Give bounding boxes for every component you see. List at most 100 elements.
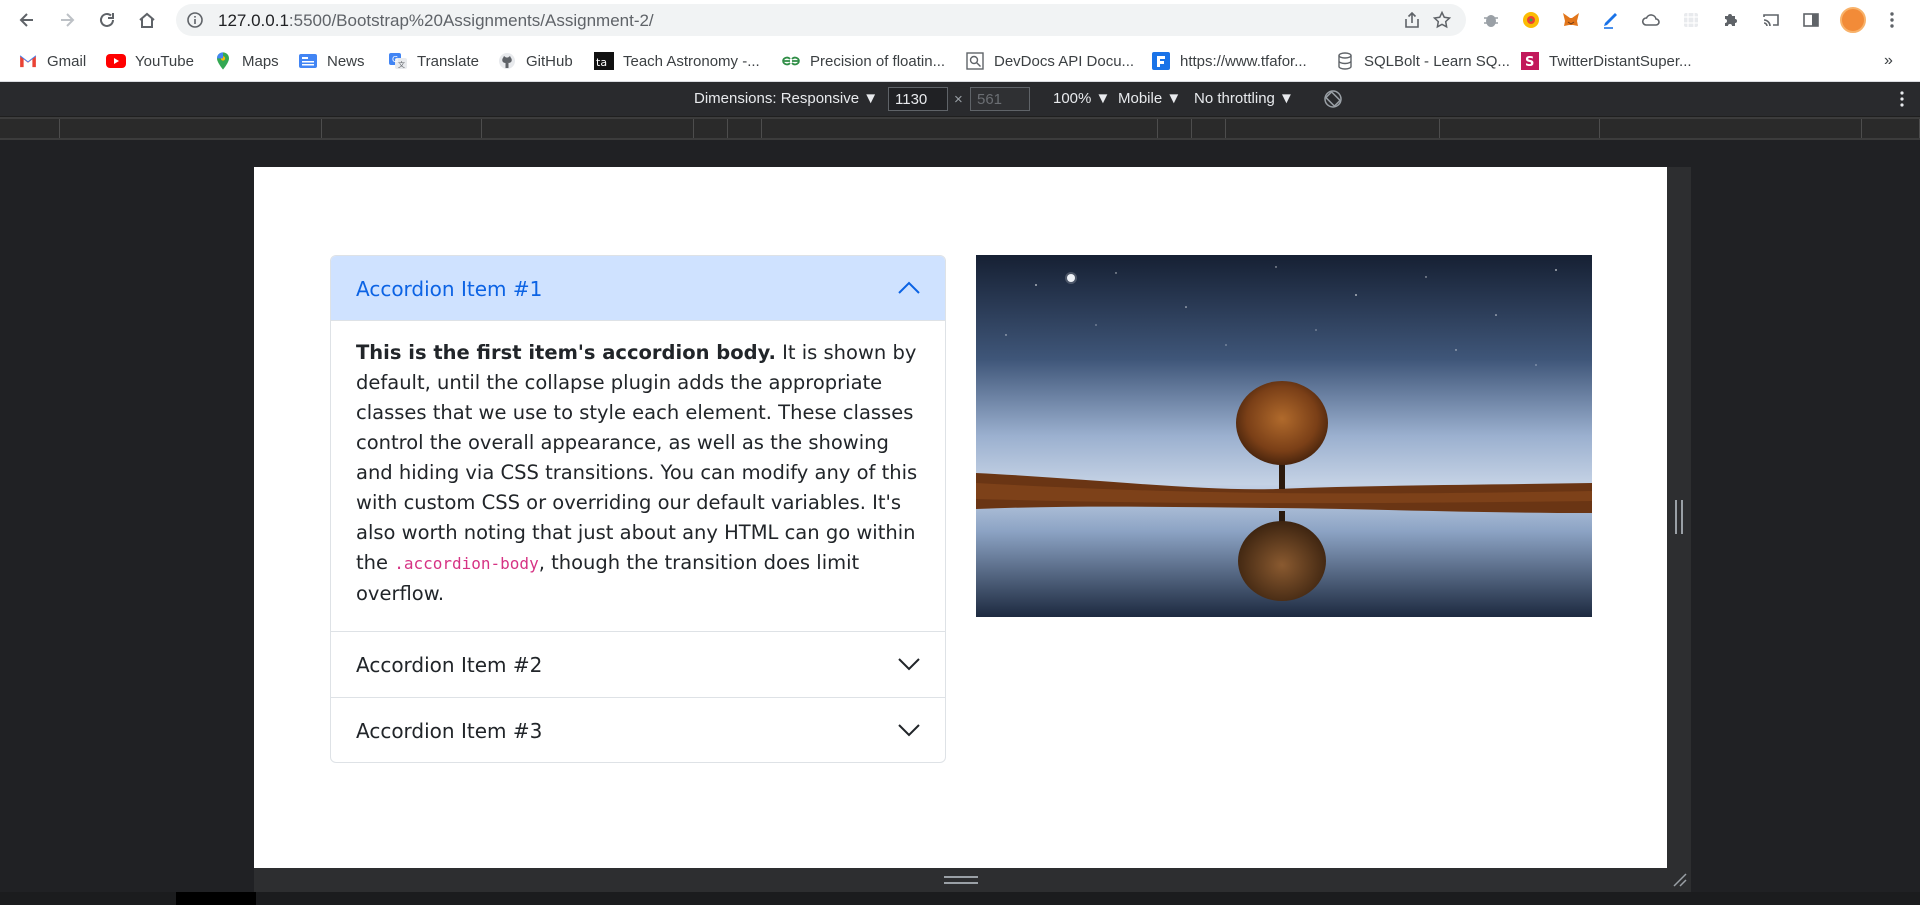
bookmark-precision-floating[interactable]: Precision of floatin... xyxy=(781,50,945,72)
svg-text:ta: ta xyxy=(596,56,607,69)
media-query-segment[interactable] xyxy=(1192,119,1226,138)
accordion-body: This is the first item's accordion body.… xyxy=(356,338,926,609)
device-width-input[interactable] xyxy=(888,87,948,111)
gmail-icon xyxy=(18,52,38,70)
viewport-resize-handle-bottom[interactable] xyxy=(944,876,978,884)
bookmarks-bar: Gmail YouTube Maps News G 文 Translate GitH… xyxy=(0,40,1920,82)
browser-toolbar: 127.0.0.1:5500/Bootstrap%20Assignments/A… xyxy=(0,0,1920,40)
chrome-menu-button[interactable] xyxy=(1880,8,1904,32)
youtube-icon xyxy=(106,52,126,70)
bookmark-twitter-distant[interactable]: S TwitterDistantSuper... xyxy=(1520,50,1692,72)
maps-icon xyxy=(213,52,233,70)
metamask-fox-icon[interactable] xyxy=(1559,8,1583,32)
cloud-extension-icon[interactable] xyxy=(1639,8,1663,32)
profile-avatar[interactable] xyxy=(1840,7,1866,33)
device-toolbar: Dimensions: Responsive ▼ × 100% ▼ Mobile… xyxy=(0,82,1920,116)
media-query-segment[interactable] xyxy=(1600,119,1862,138)
database-icon xyxy=(1335,52,1355,70)
bookmark-translate[interactable]: G 文 Translate xyxy=(388,50,479,72)
s-icon: S xyxy=(1520,52,1540,70)
accordion-item-2: Accordion Item #2 xyxy=(331,632,945,698)
bookmark-gmail[interactable]: Gmail xyxy=(18,50,86,72)
bug-extension-icon[interactable] xyxy=(1479,8,1503,32)
bookmark-label: GitHub xyxy=(526,52,573,70)
ta-icon: ta xyxy=(594,52,614,70)
device-toolbar-more-icon[interactable] xyxy=(1894,88,1910,110)
back-button[interactable] xyxy=(13,6,41,34)
reload-button[interactable] xyxy=(93,6,121,34)
throttling-dropdown[interactable]: No throttling ▼ xyxy=(1194,90,1294,107)
bookmark-youtube[interactable]: YouTube xyxy=(106,50,194,72)
media-query-segment[interactable] xyxy=(728,119,762,138)
zoom-dropdown[interactable]: 100% ▼ xyxy=(1053,90,1110,107)
dimensions-dropdown[interactable]: Dimensions: Responsive ▼ xyxy=(694,90,878,107)
bookmark-star-icon[interactable] xyxy=(1432,10,1452,30)
more-vert-icon xyxy=(1890,12,1894,28)
back-arrow-icon xyxy=(19,13,33,27)
url-host: 127.0.0.1 xyxy=(218,11,289,30)
url-path: :5500/Bootstrap%20Assignments/Assignment… xyxy=(288,11,654,30)
cast-icon[interactable] xyxy=(1759,8,1783,32)
media-query-segment[interactable] xyxy=(762,119,1158,138)
bookmark-label: Gmail xyxy=(47,52,87,70)
forward-button[interactable] xyxy=(53,6,81,34)
viewport-resize-handle-right[interactable] xyxy=(1675,500,1683,534)
translate-icon: G文 xyxy=(388,52,408,70)
chevron-up-icon xyxy=(898,281,920,294)
devdocs-icon xyxy=(965,52,985,70)
media-query-segment[interactable] xyxy=(322,119,482,138)
media-query-segment[interactable] xyxy=(1440,119,1600,138)
media-query-segment[interactable] xyxy=(482,119,694,138)
tfa-icon xyxy=(1151,52,1171,70)
accordion-title: Accordion Item #3 xyxy=(356,719,543,743)
bookmark-devdocs[interactable]: DevDocs API Docu... xyxy=(965,50,1134,72)
media-query-bar[interactable] xyxy=(0,116,1920,140)
media-query-segment[interactable] xyxy=(1862,119,1920,138)
media-query-segment[interactable] xyxy=(0,119,60,138)
extensions-puzzle-icon[interactable] xyxy=(1719,8,1743,32)
side-panel-icon[interactable] xyxy=(1799,8,1823,32)
rotate-icon[interactable] xyxy=(1322,88,1344,110)
media-query-segment[interactable] xyxy=(60,119,322,138)
svg-text:S: S xyxy=(1525,55,1534,70)
site-info-icon[interactable] xyxy=(186,11,204,29)
address-bar[interactable]: 127.0.0.1:5500/Bootstrap%20Assignments/A… xyxy=(176,4,1466,36)
taskbar-strip xyxy=(0,892,1920,905)
accordion-title: Accordion Item #2 xyxy=(356,653,543,677)
bookmark-label: News xyxy=(327,52,365,70)
accordion-header-3[interactable]: Accordion Item #3 xyxy=(331,698,945,762)
bookmark-tfa[interactable]: https://www.tfafor... xyxy=(1151,50,1307,72)
accordion-item-1: Accordion Item #1 This is the first item… xyxy=(331,256,945,632)
bookmark-label: YouTube xyxy=(135,52,194,70)
colorful-extension-icon[interactable] xyxy=(1519,8,1543,32)
device-height-input[interactable] xyxy=(970,87,1030,111)
media-query-segment[interactable] xyxy=(694,119,728,138)
grid-extension-icon[interactable] xyxy=(1679,8,1703,32)
bookmark-sqlbolt[interactable]: SQLBolt - Learn SQ... xyxy=(1335,50,1510,72)
accordion-body-bold: This is the first item's accordion body. xyxy=(356,341,776,364)
accordion: Accordion Item #1 This is the first item… xyxy=(330,255,946,763)
media-query-segment[interactable] xyxy=(1158,119,1192,138)
home-button[interactable] xyxy=(133,6,161,34)
github-icon xyxy=(497,52,517,70)
svg-text:文: 文 xyxy=(398,60,405,69)
bookmark-github[interactable]: GitHub xyxy=(497,50,573,72)
bookmarks-overflow-chevron-icon[interactable]: » xyxy=(1884,52,1893,70)
accordion-body-text: It is shown by default, until the collap… xyxy=(356,341,918,574)
bookmark-news[interactable]: News xyxy=(298,50,365,72)
bookmark-label: Translate xyxy=(417,52,479,70)
accordion-header-1[interactable]: Accordion Item #1 xyxy=(331,256,945,321)
night-tree-reflection-image xyxy=(976,255,1592,617)
url-text[interactable]: 127.0.0.1:5500/Bootstrap%20Assignments/A… xyxy=(218,11,654,31)
device-type-dropdown[interactable]: Mobile ▼ xyxy=(1118,90,1181,107)
pen-extension-icon[interactable] xyxy=(1599,8,1623,32)
bookmark-teach-astronomy[interactable]: ta Teach Astronomy -... xyxy=(594,50,760,72)
viewport-corner-resize-icon[interactable] xyxy=(1672,872,1688,888)
bookmark-label: DevDocs API Docu... xyxy=(994,52,1135,70)
chevron-down-icon xyxy=(898,658,920,671)
share-icon[interactable] xyxy=(1402,10,1422,30)
bookmark-maps[interactable]: Maps xyxy=(213,50,279,72)
bookmark-label: https://www.tfafor... xyxy=(1180,52,1307,70)
media-query-segment[interactable] xyxy=(1226,119,1440,138)
accordion-header-2[interactable]: Accordion Item #2 xyxy=(331,632,945,697)
